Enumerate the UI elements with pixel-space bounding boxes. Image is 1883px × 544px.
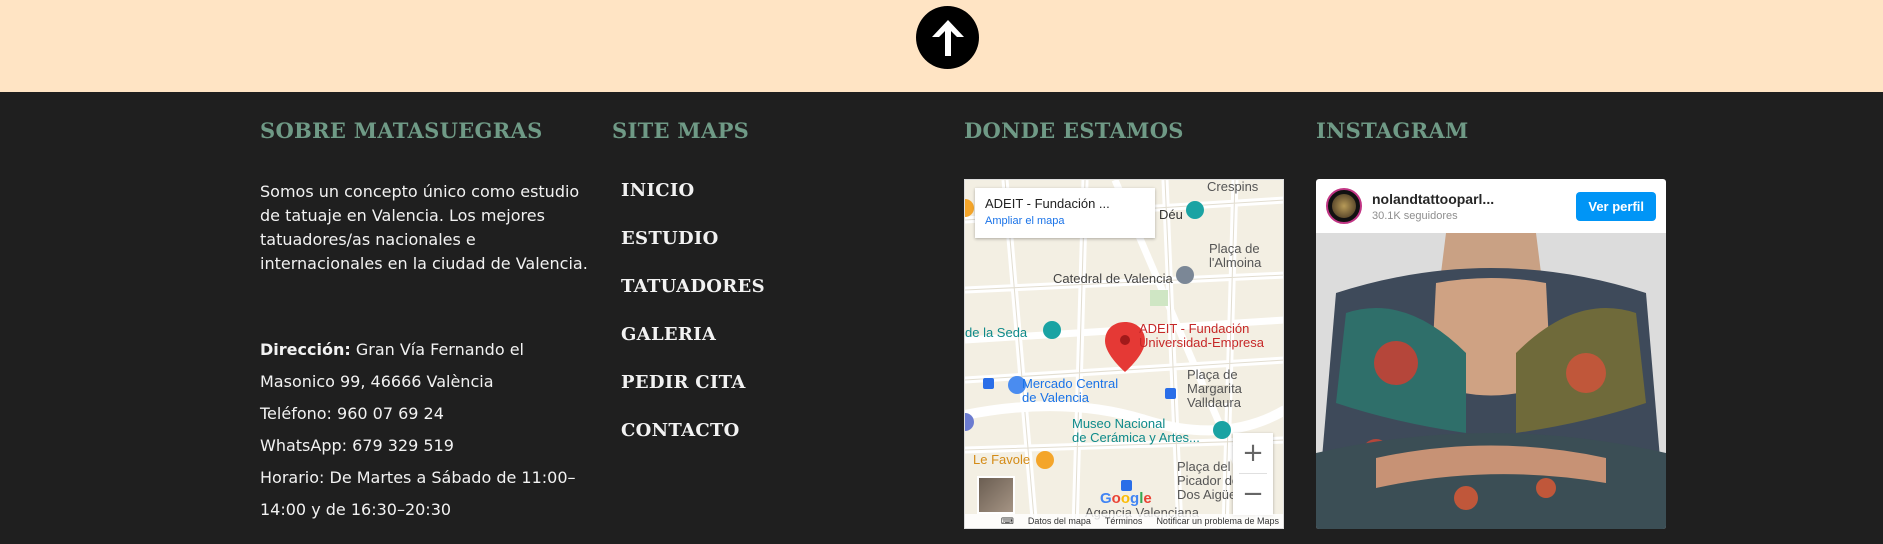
- about-title: SOBRE MATASUEGRAS: [260, 118, 543, 143]
- map-label-favole: Le Favole: [973, 452, 1031, 467]
- instagram-username[interactable]: nolandtattooparl...: [1372, 191, 1576, 207]
- keyboard-icon[interactable]: ⌨: [1001, 516, 1014, 527]
- back-to-top-button[interactable]: [916, 6, 979, 69]
- sitemap-item: ESTUDIO: [621, 228, 765, 276]
- sitemap-item: CONTACTO: [621, 420, 765, 468]
- instagram-widget: nolandtattooparl... 30.1K seguidores Ver…: [1316, 179, 1666, 529]
- sitemap-item: GALERIA: [621, 324, 765, 372]
- sitemap-link-galeria[interactable]: GALERIA: [621, 324, 716, 345]
- instagram-user: nolandtattooparl... 30.1K seguidores: [1372, 191, 1576, 222]
- zoom-in-button[interactable]: +: [1233, 433, 1273, 473]
- phone: Teléfono: 960 07 69 24: [260, 404, 444, 423]
- map-zoom-controls: + −: [1233, 433, 1273, 515]
- map-label-catedral: Catedral de Valencia: [1053, 271, 1173, 286]
- sitemap-link-pedir-cita[interactable]: PEDIR CITA: [621, 372, 746, 393]
- map-attribution: ⌨ Datos del mapa Términos Notificar un p…: [965, 514, 1283, 528]
- sitemap-item: PEDIR CITA: [621, 372, 765, 420]
- sitemap-link-inicio[interactable]: INICIO: [621, 180, 695, 201]
- site-footer: SOBRE MATASUEGRAS Somos un concepto únic…: [0, 92, 1883, 544]
- google-logo: Google: [1100, 490, 1152, 507]
- map-label-seda: de la Seda: [965, 325, 1028, 340]
- report-problem-link[interactable]: Notificar un problema de Maps: [1156, 516, 1279, 526]
- instagram-followers: 30.1K seguidores: [1372, 209, 1458, 222]
- map-label-crespins: Crespins: [1207, 179, 1259, 194]
- map-label-almoina: Plaça de l'Almoina: [1209, 241, 1262, 270]
- sitemap-link-tatuadores[interactable]: TATUADORES: [621, 276, 765, 297]
- sitemap-link-estudio[interactable]: ESTUDIO: [621, 228, 719, 249]
- terms-link[interactable]: Términos: [1105, 516, 1143, 526]
- map-place-title: ADEIT - Fundación ...: [985, 196, 1110, 211]
- sitemap-title: SITE MAPS: [612, 118, 750, 143]
- map-label-margarita: Plaça de Margarita Valldaura: [1187, 367, 1242, 410]
- map-label-mercado: Mercado Central de Valencia: [1022, 376, 1119, 405]
- tattoo-photo: [1316, 233, 1666, 529]
- avatar[interactable]: [1326, 188, 1362, 224]
- satellite-toggle[interactable]: [977, 476, 1015, 514]
- instagram-post-image[interactable]: [1316, 233, 1666, 529]
- sitemap-item: TATUADORES: [621, 276, 765, 324]
- instagram-header: nolandtattooparl... 30.1K seguidores Ver…: [1316, 179, 1666, 233]
- map-label-museo: Museo Nacional de Cerámica y Artes...: [1072, 416, 1200, 445]
- instagram-title: INSTAGRAM: [1316, 118, 1469, 143]
- map-place-card: ADEIT - Fundación ... Ampliar el mapa: [975, 188, 1155, 238]
- map-pin-label: ADEIT - Fundación Universidad-Empresa: [1139, 321, 1264, 350]
- location-title: DONDE ESTAMOS: [964, 118, 1184, 143]
- sitemap-list: INICIO ESTUDIO TATUADORES GALERIA PEDIR …: [621, 180, 765, 468]
- sitemap-item: INICIO: [621, 180, 765, 228]
- view-profile-button[interactable]: Ver perfil: [1576, 191, 1656, 221]
- google-map[interactable]: Catedral de Valencia de la Seda Mercado …: [964, 179, 1284, 529]
- map-label-deu: Déu: [1159, 207, 1183, 222]
- about-text: Somos un concepto único como estudio de …: [260, 182, 588, 273]
- address-label: Dirección:: [260, 340, 351, 359]
- map-data-link[interactable]: Datos del mapa: [1028, 516, 1091, 526]
- whatsapp: WhatsApp: 679 329 519: [260, 436, 454, 455]
- enlarge-map-link[interactable]: Ampliar el mapa: [985, 215, 1145, 227]
- arrow-up-icon: [931, 19, 964, 56]
- contact-info: Dirección: Gran Vía Fernando el Masonico…: [260, 334, 590, 526]
- sitemap-link-contacto[interactable]: CONTACTO: [621, 420, 740, 441]
- zoom-out-button[interactable]: −: [1233, 474, 1273, 514]
- avatar-image: [1332, 194, 1356, 218]
- opening-hours: Horario: De Martes a Sábado de 11:00–14:…: [260, 468, 576, 519]
- address: Dirección: Gran Vía Fernando el Masonico…: [260, 334, 590, 398]
- back-to-top-bar: [0, 0, 1883, 92]
